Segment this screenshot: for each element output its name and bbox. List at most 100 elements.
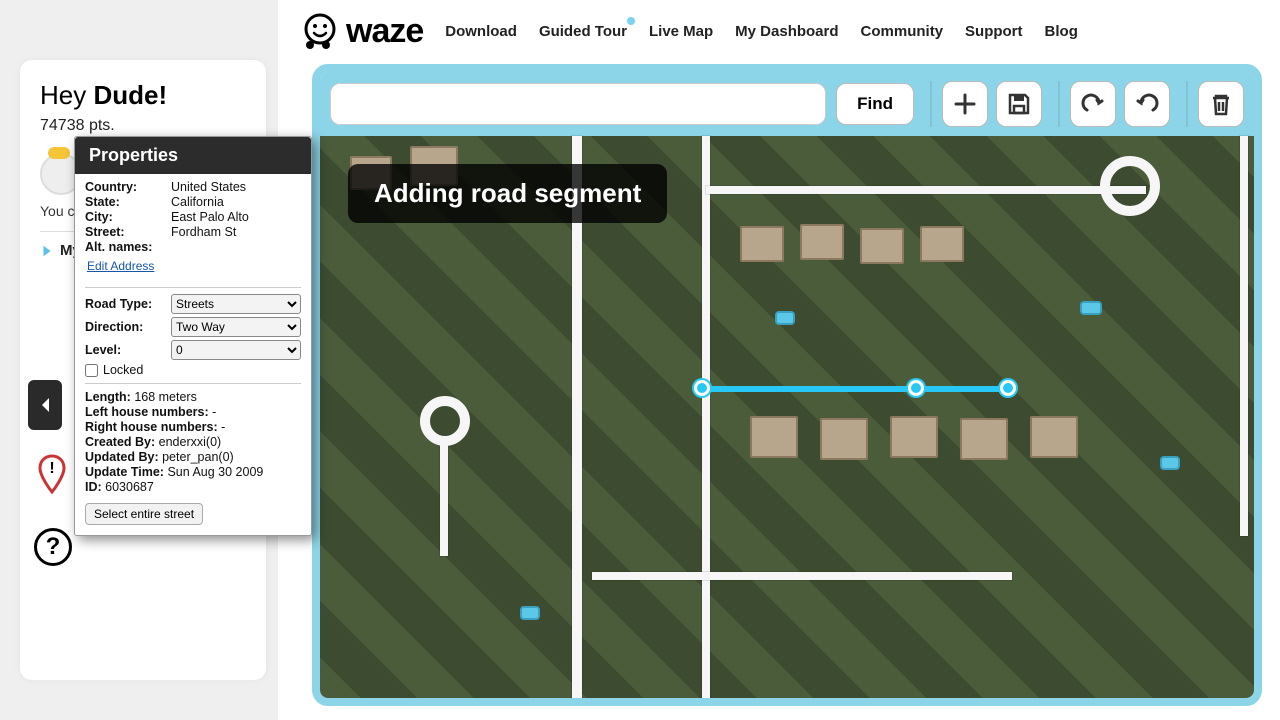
length-label: Length: bbox=[85, 390, 131, 404]
road-type-label: Road Type: bbox=[85, 297, 171, 311]
locked-checkbox[interactable] bbox=[85, 364, 98, 377]
collapse-sidebar-button[interactable] bbox=[28, 380, 62, 430]
tool-group-history bbox=[1058, 81, 1170, 127]
id-label: ID: bbox=[85, 480, 102, 494]
locked-label: Locked bbox=[103, 363, 143, 377]
direction-select[interactable]: Two Way bbox=[171, 317, 301, 337]
house bbox=[800, 224, 844, 260]
house bbox=[960, 418, 1008, 460]
level-select[interactable]: 0 bbox=[171, 340, 301, 360]
segment-node-end[interactable] bbox=[1000, 380, 1016, 396]
state-value: California bbox=[171, 195, 301, 209]
nav-guided-tour[interactable]: Guided Tour bbox=[539, 23, 627, 40]
road-horizontal-1 bbox=[592, 572, 1012, 580]
id-value: 6030687 bbox=[105, 480, 154, 494]
svg-text:!: ! bbox=[49, 460, 54, 477]
left-hn-label: Left house numbers: bbox=[85, 405, 209, 419]
plus-icon bbox=[951, 90, 979, 118]
road-horizontal-2 bbox=[706, 186, 1146, 194]
altnames-label: Alt. names: bbox=[85, 240, 171, 254]
save-icon bbox=[1005, 90, 1033, 118]
brand-text: waze bbox=[346, 12, 423, 51]
level-label: Level: bbox=[85, 343, 171, 357]
road-vertical-3 bbox=[1240, 136, 1248, 536]
search-input[interactable] bbox=[330, 83, 826, 125]
created-by-label: Created By: bbox=[85, 435, 155, 449]
road-loop-1 bbox=[1100, 156, 1160, 216]
divider bbox=[85, 287, 301, 288]
notification-dot-icon bbox=[627, 17, 635, 25]
properties-body: Country:United States State:California C… bbox=[75, 174, 311, 535]
divider bbox=[85, 383, 301, 384]
segment-node-start[interactable] bbox=[694, 380, 710, 396]
house bbox=[890, 416, 938, 458]
location-pin-icon[interactable]: ! bbox=[36, 453, 68, 495]
greeting: Hey Dude! bbox=[40, 80, 246, 111]
map-canvas[interactable]: Adding road segment bbox=[320, 136, 1254, 706]
country-label: Country: bbox=[85, 180, 171, 194]
state-label: State: bbox=[85, 195, 171, 209]
city-value: East Palo Alto bbox=[171, 210, 301, 224]
road-type-select[interactable]: Streets bbox=[171, 294, 301, 314]
pool bbox=[520, 606, 540, 620]
delete-button[interactable] bbox=[1198, 81, 1244, 127]
country-value: United States bbox=[171, 180, 301, 194]
waze-logo-icon bbox=[296, 9, 340, 53]
redo-icon bbox=[1133, 90, 1161, 118]
right-hn-label: Right house numbers: bbox=[85, 420, 218, 434]
greeting-prefix: Hey bbox=[40, 80, 93, 110]
update-time-value: Sun Aug 30 2009 bbox=[167, 465, 263, 479]
house bbox=[1030, 416, 1078, 458]
pool bbox=[1160, 456, 1180, 470]
trash-icon bbox=[1207, 90, 1235, 118]
created-by-value: enderxxi(0) bbox=[159, 435, 222, 449]
direction-label: Direction: bbox=[85, 320, 171, 334]
waze-logo[interactable]: waze bbox=[296, 9, 423, 53]
length-value: 168 meters bbox=[134, 390, 197, 404]
nav-my-dashboard[interactable]: My Dashboard bbox=[735, 23, 838, 40]
undo-button[interactable] bbox=[1070, 81, 1116, 127]
greeting-name: Dude! bbox=[93, 80, 167, 110]
altnames-value bbox=[171, 240, 301, 254]
house bbox=[860, 228, 904, 264]
street-label: Street: bbox=[85, 225, 171, 239]
arrow-right-icon bbox=[40, 244, 54, 258]
select-entire-street-button[interactable]: Select entire street bbox=[85, 503, 203, 525]
undo-icon bbox=[1079, 90, 1107, 118]
main-nav: Download Guided Tour Live Map My Dashboa… bbox=[445, 23, 1078, 40]
main-area: waze Download Guided Tour Live Map My Da… bbox=[278, 0, 1280, 720]
redo-button[interactable] bbox=[1124, 81, 1170, 127]
nav-download[interactable]: Download bbox=[445, 23, 517, 40]
pool bbox=[1080, 301, 1102, 315]
points-value: 74738 pts. bbox=[40, 117, 246, 135]
map-toolbar: Find bbox=[320, 72, 1254, 136]
house bbox=[740, 226, 784, 262]
properties-title: Properties bbox=[75, 137, 311, 174]
house bbox=[750, 416, 798, 458]
tool-group-delete bbox=[1186, 81, 1244, 127]
nav-blog[interactable]: Blog bbox=[1045, 23, 1078, 40]
edit-address-link[interactable]: Edit Address bbox=[87, 259, 154, 273]
tool-group-edit bbox=[930, 81, 1042, 127]
city-label: City: bbox=[85, 210, 171, 224]
save-button[interactable] bbox=[996, 81, 1042, 127]
updated-by-value: peter_pan(0) bbox=[162, 450, 234, 464]
right-hn-value: - bbox=[221, 420, 225, 434]
topbar: waze Download Guided Tour Live Map My Da… bbox=[278, 0, 1280, 62]
nav-support[interactable]: Support bbox=[965, 23, 1023, 40]
chevron-left-icon bbox=[38, 396, 52, 414]
find-button[interactable]: Find bbox=[836, 83, 914, 125]
pool bbox=[775, 311, 795, 325]
nav-live-map[interactable]: Live Map bbox=[649, 23, 713, 40]
map-wrap: Find bbox=[312, 64, 1262, 706]
updated-by-label: Updated By: bbox=[85, 450, 159, 464]
road-loop-2 bbox=[420, 396, 470, 446]
left-hn-value: - bbox=[212, 405, 216, 419]
help-button[interactable]: ? bbox=[34, 528, 72, 566]
nav-community[interactable]: Community bbox=[861, 23, 944, 40]
segment-node-mid[interactable] bbox=[908, 380, 924, 396]
new-road-segment[interactable] bbox=[700, 386, 1008, 392]
add-button[interactable] bbox=[942, 81, 988, 127]
overlay-title: Adding road segment bbox=[348, 164, 667, 223]
update-time-label: Update Time: bbox=[85, 465, 164, 479]
